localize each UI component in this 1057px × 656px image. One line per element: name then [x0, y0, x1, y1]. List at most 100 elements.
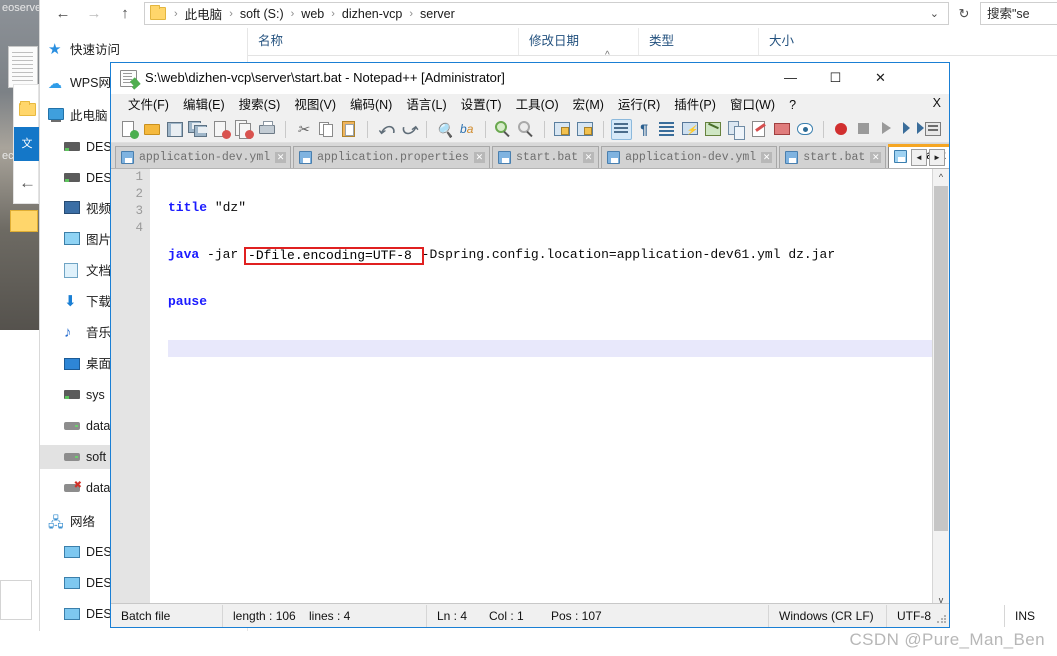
breadcrumb-item-1[interactable]: soft (S:) [237, 7, 287, 21]
scroll-up-arrow-icon[interactable]: ^ [933, 169, 949, 186]
open-file-icon[interactable] [142, 119, 163, 140]
desktop-document-icon[interactable] [8, 46, 38, 88]
function-list-icon[interactable] [749, 119, 770, 140]
menu-view[interactable]: 视图(V) [287, 94, 343, 116]
indent-guide-icon[interactable] [657, 119, 678, 140]
address-bar[interactable]: › 此电脑 › soft (S:) › web › dizhen-vcp › s… [144, 2, 949, 25]
undo-icon[interactable]: ⤺ [375, 119, 396, 140]
sync-scroll-vertical-icon[interactable] [552, 119, 573, 140]
monitoring-icon[interactable] [795, 119, 816, 140]
menu-run[interactable]: 运行(R) [611, 94, 667, 116]
find-icon[interactable]: 🔍 [434, 119, 455, 140]
popup-folder-row[interactable] [14, 91, 40, 125]
word-wrap-icon[interactable] [611, 119, 632, 140]
document-map-icon[interactable] [703, 119, 724, 140]
tab-application-properties[interactable]: application.properties ✕ [293, 146, 490, 168]
menu-window[interactable]: 窗口(W) [723, 94, 782, 116]
tab-close-icon[interactable]: ✕ [473, 152, 485, 163]
stop-recording-icon[interactable] [854, 119, 875, 140]
cut-icon[interactable]: ✂ [293, 119, 314, 140]
breadcrumb-item-4[interactable]: server [417, 7, 458, 21]
save-macro-icon[interactable] [923, 119, 944, 140]
redo-icon[interactable]: ⤻ [398, 119, 419, 140]
close-all-icon[interactable] [234, 119, 255, 140]
column-header-type[interactable]: 类型 [638, 28, 758, 55]
replace-icon[interactable]: ba [457, 119, 478, 140]
code-text-area[interactable]: title "dz" java -jar -Dfile.encoding=UTF… [166, 169, 932, 609]
print-icon[interactable] [257, 119, 278, 140]
sidebar-item-label: data [86, 419, 111, 433]
run-macro-multiple-icon[interactable] [900, 119, 924, 140]
menu-edit[interactable]: 编辑(E) [176, 94, 232, 116]
copy-icon[interactable] [316, 119, 337, 140]
save-all-icon[interactable] [188, 119, 209, 140]
tab-application-dev-yml-1[interactable]: application-dev.yml ✕ [115, 146, 292, 168]
popup-back-row[interactable]: ← [14, 163, 40, 203]
menu-settings[interactable]: 设置(T) [454, 94, 509, 116]
sync-scroll-horizontal-icon[interactable] [575, 119, 596, 140]
up-button[interactable]: ↑ [112, 2, 138, 26]
user-defined-dialog-icon[interactable]: ⚡ [680, 119, 701, 140]
tab-close-icon[interactable]: ✕ [870, 152, 882, 163]
monitor-icon [64, 544, 80, 560]
code-editor[interactable]: 1 2 3 4 title "dz" java -jar -Dfile.enco… [111, 169, 949, 609]
breadcrumb-item-3[interactable]: dizhen-vcp [339, 7, 405, 21]
save-icon[interactable] [165, 119, 186, 140]
resize-grip-icon[interactable] [936, 614, 946, 624]
tab-start-bat-2[interactable]: start.bat ✕ [779, 146, 887, 168]
sidebar-item-label: 下载 [86, 295, 112, 309]
minimize-button[interactable]: — [768, 63, 813, 93]
tab-start-bat-1[interactable]: start.bat ✕ [491, 146, 600, 168]
tab-scroll-left-button[interactable]: ◄ [911, 149, 927, 166]
back-button[interactable]: ← [50, 2, 76, 26]
breadcrumb-item-0[interactable]: 此电脑 [182, 4, 226, 23]
menu-search[interactable]: 搜索(S) [232, 94, 288, 116]
sidebar-item-label: soft [86, 450, 107, 464]
tab-close-icon[interactable]: ✕ [275, 152, 287, 163]
menu-tools[interactable]: 工具(O) [509, 94, 566, 116]
menu-encoding[interactable]: 编码(N) [343, 94, 399, 116]
close-document-button[interactable]: X [933, 96, 941, 110]
tab-close-icon[interactable]: ✕ [583, 152, 595, 163]
menu-macro[interactable]: 宏(M) [566, 94, 611, 116]
close-button[interactable]: ✕ [858, 63, 903, 93]
new-file-icon[interactable] [119, 119, 140, 140]
editor-vertical-scrollbar[interactable]: ^ v [932, 169, 949, 609]
playback-icon[interactable] [877, 119, 898, 140]
zoom-in-icon[interactable] [493, 119, 514, 140]
desktop-context-popup[interactable]: 文 ← [13, 84, 40, 204]
close-file-icon[interactable] [211, 119, 232, 140]
menu-language[interactable]: 语言(L) [399, 94, 453, 116]
column-header-size[interactable]: 大小 [758, 28, 868, 55]
sidebar-item-quick-access[interactable]: ★ 快速访问 [40, 38, 247, 62]
column-header-name[interactable]: 名称 [248, 28, 518, 55]
refresh-icon[interactable]: ↻ [952, 2, 976, 25]
menu-plugins[interactable]: 插件(P) [667, 94, 723, 116]
breadcrumb-item-2[interactable]: web [298, 7, 327, 21]
forward-button[interactable]: → [81, 2, 107, 26]
show-all-chars-icon[interactable]: ¶ [634, 119, 655, 140]
search-input[interactable]: 搜索"se [980, 2, 1057, 25]
popup-selected-row[interactable]: 文 [14, 127, 40, 161]
tab-scroll-controls: ◄ ► [911, 149, 945, 166]
folder-as-workspace-icon[interactable] [772, 119, 793, 140]
scrollbar-thumb[interactable] [934, 186, 948, 531]
chevron-down-icon[interactable]: ⌄ [921, 7, 948, 20]
tab-close-icon[interactable]: ✕ [761, 152, 773, 163]
notepadpp-app-icon [120, 70, 137, 87]
zoom-out-icon[interactable] [516, 119, 537, 140]
tab-scroll-right-button[interactable]: ► [929, 149, 945, 166]
monitor-icon [64, 575, 80, 591]
document-list-icon[interactable] [726, 119, 747, 140]
column-header-modified[interactable]: 修改日期 [518, 28, 638, 55]
notepadpp-title-bar[interactable]: S:\web\dizhen-vcp\server\start.bat - Not… [111, 63, 949, 94]
maximize-button[interactable]: ☐ [813, 63, 858, 93]
record-macro-icon[interactable] [831, 119, 852, 140]
desktop-folder-icon[interactable] [10, 210, 38, 232]
tab-application-dev-yml-2[interactable]: application-dev.yml ✕ [601, 146, 778, 168]
code-folding-column[interactable] [152, 169, 166, 609]
menu-file[interactable]: 文件(F) [121, 94, 176, 116]
breadcrumb-separator: › [409, 7, 414, 20]
menu-help[interactable]: ? [782, 94, 803, 116]
paste-icon[interactable] [339, 119, 360, 140]
